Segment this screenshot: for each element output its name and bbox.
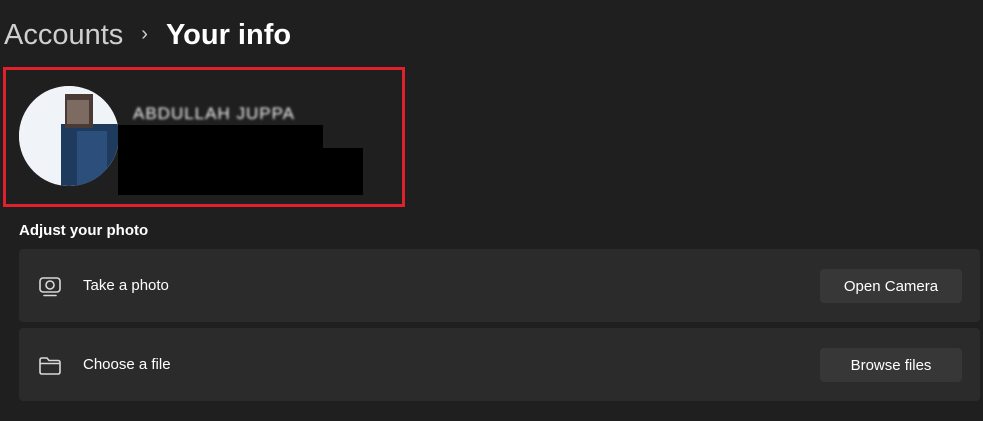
take-photo-card: Take a photo Open Camera [19, 249, 980, 322]
breadcrumb-accounts-link[interactable]: Accounts [4, 19, 123, 52]
folder-icon [38, 355, 62, 377]
browse-files-button[interactable]: Browse files [820, 348, 962, 382]
open-camera-button[interactable]: Open Camera [820, 269, 962, 303]
breadcrumb-chevron-icon: › [141, 22, 148, 45]
breadcrumb: Accounts › Your info [4, 14, 291, 56]
user-name: ABDULLAH JUPPA [133, 104, 296, 123]
choose-file-card: Choose a file Browse files [19, 328, 980, 401]
choose-file-label: Choose a file [83, 356, 171, 373]
camera-icon [38, 276, 62, 298]
page-title: Your info [165, 18, 292, 51]
redacted-block [118, 125, 323, 150]
your-info-page: Accounts › Your info ABDULLAH JUPPA Adju… [0, 0, 983, 421]
take-photo-label: Take a photo [83, 277, 169, 294]
redacted-block [118, 148, 363, 195]
adjust-photo-heading: Adjust your photo [19, 222, 149, 239]
avatar-person-shade [77, 131, 107, 186]
avatar-person-face [67, 100, 89, 124]
avatar [19, 86, 119, 186]
